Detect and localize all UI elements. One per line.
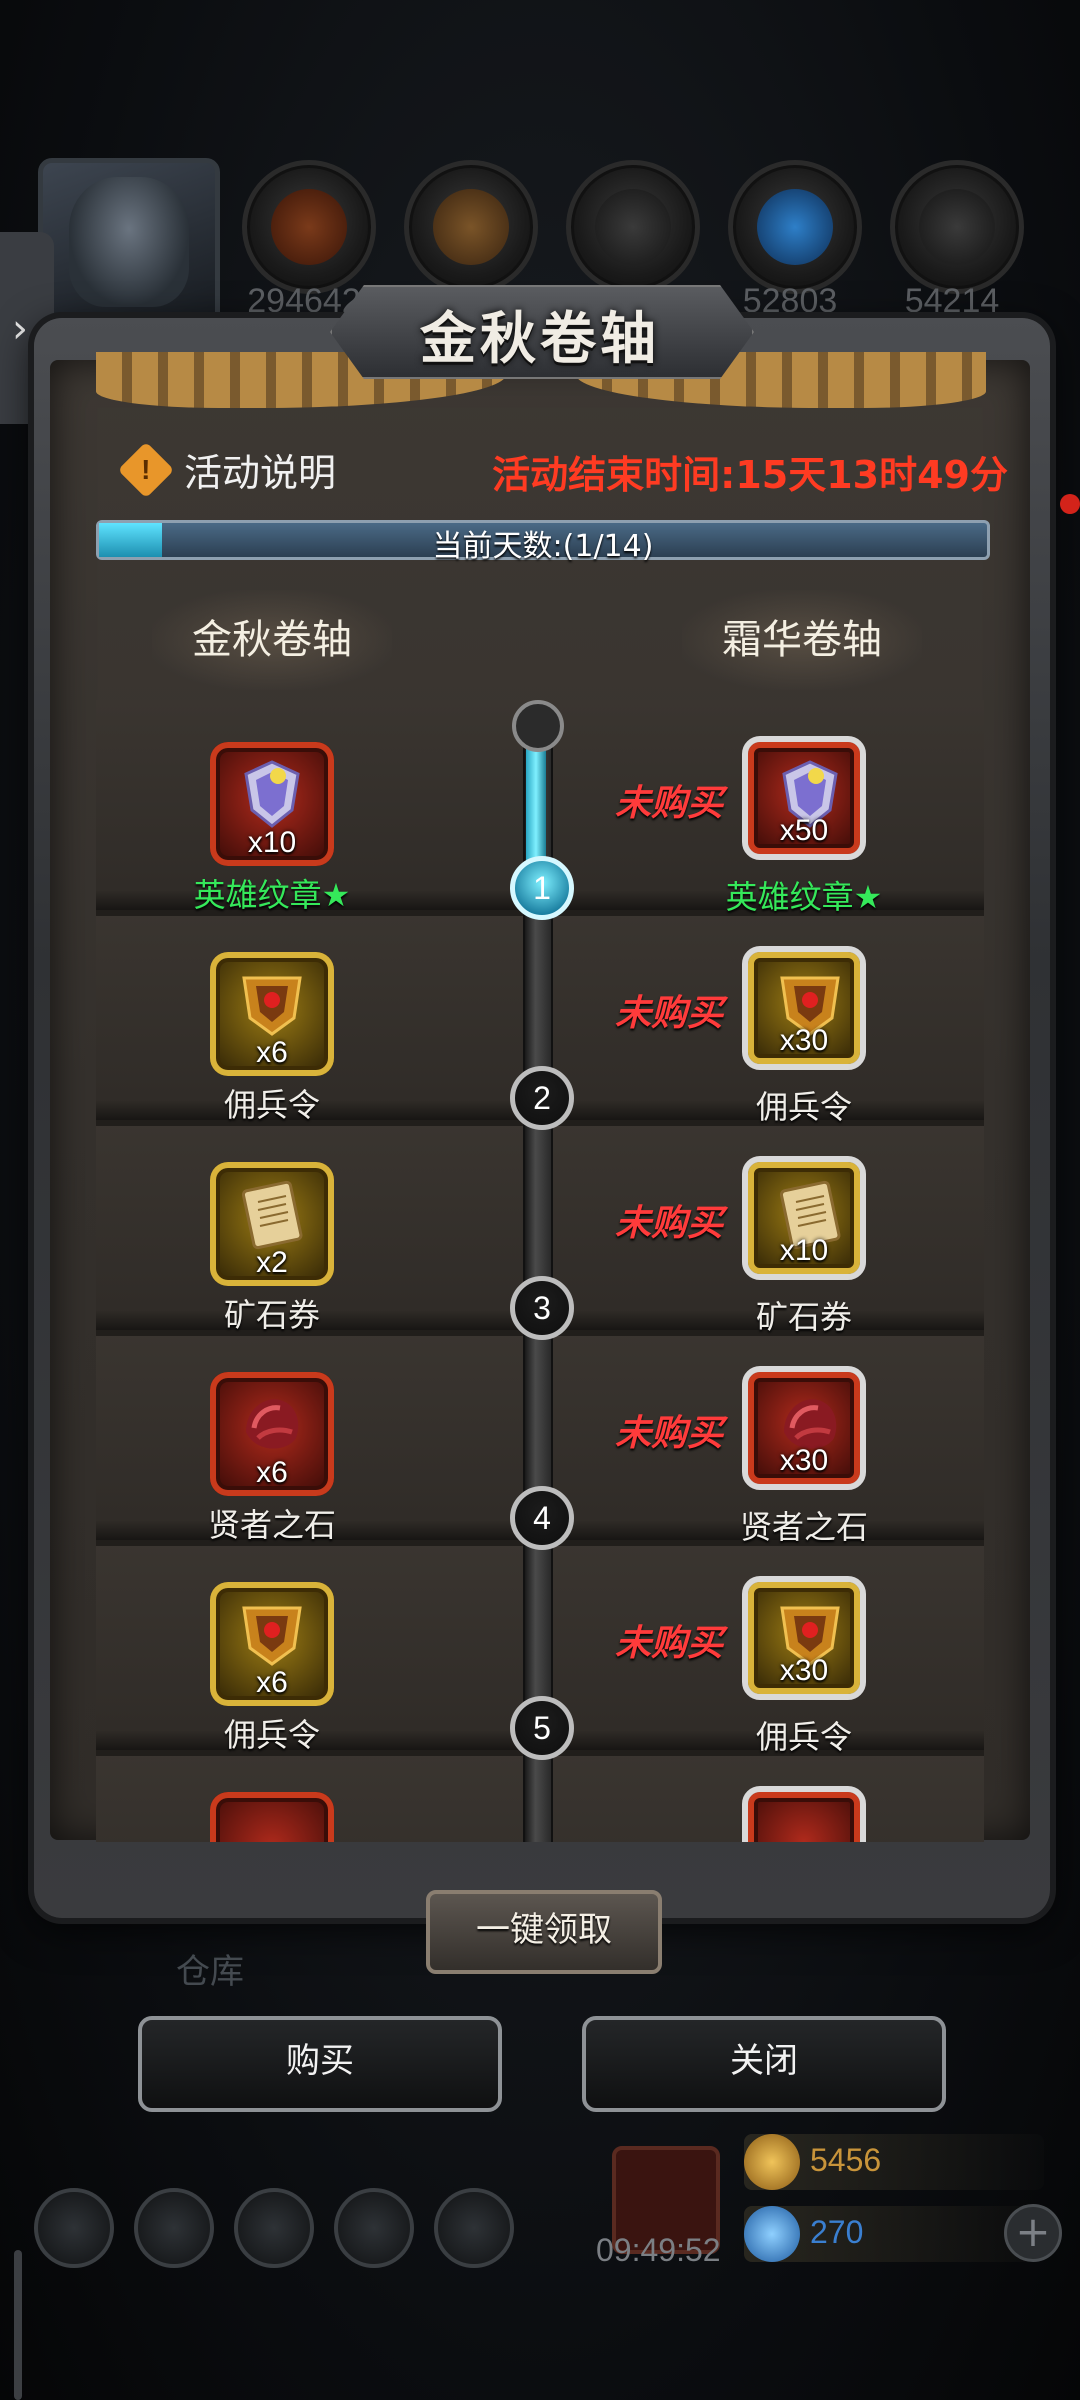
purchase-status: 未购买 [614,1203,723,1244]
paid-reward-name: 佣兵令 [755,1088,852,1126]
chevron-right-icon: › [12,306,28,352]
paid-reward-name: 矿石券 [755,1298,852,1336]
ore-ticket-icon [236,1178,308,1250]
castle-icon[interactable] [234,2188,314,2268]
day-node: 2 [510,1066,574,1130]
purchase-status: 未购买 [614,783,723,824]
map-icon[interactable] [434,2188,514,2268]
paid-reward-slot[interactable]: x30 [742,1366,866,1490]
mercenary-token-icon [236,1598,308,1670]
day-progress-text: 当前天数:(1/14) [432,529,654,564]
resource-iron-icon [566,160,700,294]
free-track-header: 金秋卷轴 [152,590,392,690]
paid-reward-slot[interactable]: x30 [742,946,866,1070]
free-reward-name: 英雄纹章★ [193,876,351,914]
activity-end-time: 活动结束时间:15天13时49分 [492,453,1008,497]
reward-quantity: x6 [256,1666,288,1699]
free-reward-name: 佣兵令 [223,1716,320,1754]
settings-icon[interactable] [34,2188,114,2268]
gem-counter: 270 [744,2206,1044,2262]
reward-quantity: x30 [779,1444,829,1477]
buy-button[interactable]: 购买 [138,2016,502,2112]
reward-quantity: x10 [779,1234,829,1267]
paid-reward-slot[interactable]: x10 [742,1156,866,1280]
free-reward-name: 佣兵令 [223,1086,320,1124]
free-reward-name: 贤者之石 [207,1506,336,1544]
mail-icon[interactable] [334,2188,414,2268]
purchase-status: 未购买 [614,1623,723,1664]
close-button[interactable]: 关闭 [582,2016,946,2112]
free-reward-slot[interactable]: x6 [210,952,334,1076]
gem-icon [744,2206,800,2262]
notification-dot [1060,494,1080,514]
resource-wood-icon [242,160,376,294]
activity-info-label: 活动说明 [184,451,337,495]
free-reward-slot[interactable]: x6 [210,1582,334,1706]
reward-quantity: x6 [256,1036,288,1069]
resource-ingot-icon [890,160,1024,294]
reward-quantity: x10 [247,826,297,859]
day-node: 5 [510,1696,574,1760]
warning-icon: ! [117,441,175,498]
warehouse-label: 仓库 [176,1952,244,1992]
day-node: 3 [510,1276,574,1340]
panel-title: 金秋卷轴 [420,307,660,372]
claim-all-button[interactable]: 一键领取 [426,1890,662,1974]
purchase-status: 未购买 [614,1413,723,1454]
reward-quantity: x50 [779,814,829,847]
sage-stone-icon [236,1388,308,1460]
paid-track-header: 霜华卷轴 [682,590,922,690]
paid-reward-slot[interactable] [742,1786,866,1842]
gold-counter: 5456 [744,2134,1044,2190]
day-node: 4 [510,1486,574,1550]
resource-count: 54214 [904,282,1000,320]
gift-timer: 09:49:52 [596,2232,721,2268]
paid-reward-slot[interactable]: x30 [742,1576,866,1700]
star-icon[interactable] [134,2188,214,2268]
track-start-node [512,700,564,752]
reward-quantity: x30 [779,1654,829,1687]
gold-value: 5456 [810,2142,882,2178]
resource-plank-icon [404,160,538,294]
resource-crystal-icon [728,160,862,294]
add-currency-button[interactable]: + [1004,2204,1062,2262]
paid-reward-name: 贤者之石 [739,1508,868,1546]
paid-reward-slot[interactable]: x50 [742,736,866,860]
gold-coin-icon [744,2134,800,2190]
purchase-status: 未购买 [614,993,723,1034]
free-reward-name: 矿石券 [223,1296,320,1334]
free-reward-slot[interactable]: x6 [210,1372,334,1496]
mercenary-token-icon [236,968,308,1040]
free-reward-slot[interactable]: x2 [210,1162,334,1286]
paid-reward-name: 英雄纹章★ [725,878,883,916]
player-portrait[interactable] [38,158,220,328]
day-node: 1 [510,856,574,920]
reward-quantity: x30 [779,1024,829,1057]
dragon-portrait-icon [69,177,189,307]
free-reward-slot[interactable]: x10 [210,742,334,866]
reward-quantity: x6 [256,1456,288,1489]
gem-value: 270 [810,2214,864,2250]
reward-list[interactable]: x6 佣兵令 未购买 x30 佣兵令 x6 贤者之石 未购买 x30 贤者之石 x2 矿石券 未购买 x1… [96,700,984,1842]
day-progress-bar: 当前天数:(1/14) [96,520,990,564]
free-reward-slot[interactable] [210,1792,334,1842]
reward-quantity: x2 [256,1246,288,1279]
scroll-indicator[interactable] [14,2250,22,2400]
paid-reward-name: 佣兵令 [755,1718,852,1756]
activity-info-button[interactable]: ! 活动说明 [117,441,337,498]
badge-icon [236,758,308,830]
